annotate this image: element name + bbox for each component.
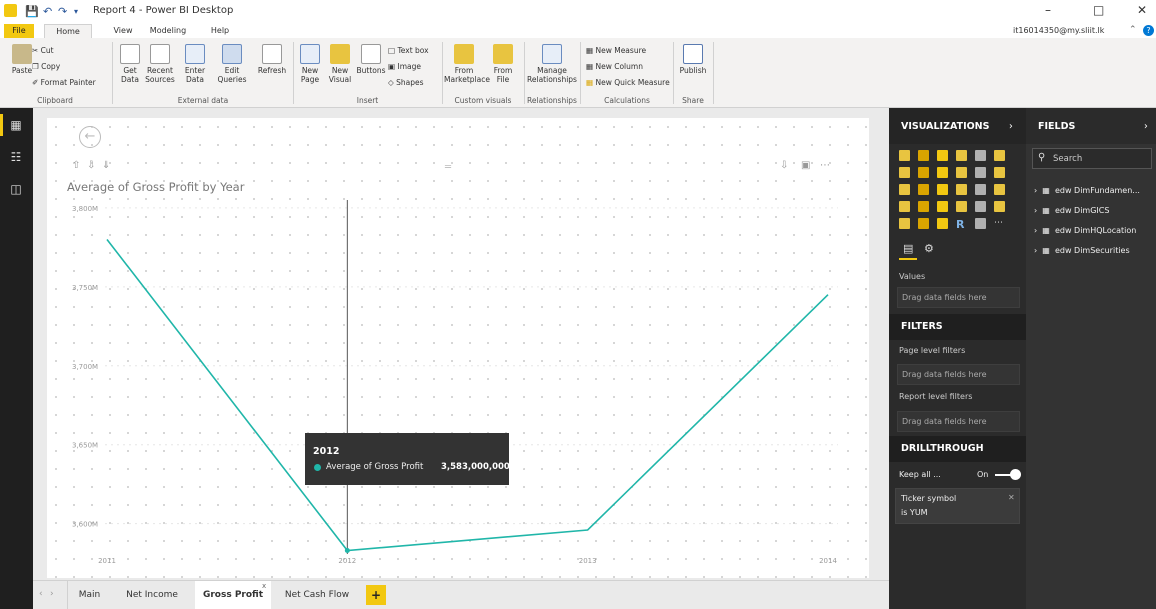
ribbon-visual-icon[interactable] xyxy=(994,167,1005,178)
page-tab-main[interactable]: Main xyxy=(67,581,111,609)
search-placeholder: Search xyxy=(1053,154,1083,164)
card-visual-icon[interactable] xyxy=(956,201,967,212)
field-table-item[interactable]: › ▦ edw DimSecurities xyxy=(1034,246,1130,255)
y-axis: 3,800M 3,750M 3,700M 3,650M 3,600M xyxy=(72,205,98,529)
values-label: Values xyxy=(899,272,926,281)
page-tab-gross-profit[interactable]: Gross Profit xyxy=(195,581,271,609)
page-tab-net-income[interactable]: Net Income xyxy=(117,581,187,609)
visualizations-header: VISUALIZATIONS › xyxy=(889,108,1026,144)
line-visual-icon[interactable] xyxy=(899,167,910,178)
100-bar-visual-icon[interactable] xyxy=(975,150,986,161)
page-level-filters-label: Page level filters xyxy=(899,346,966,355)
stacked-bar-visual-icon[interactable] xyxy=(899,150,910,161)
y-tick-label: 3,700M xyxy=(72,363,98,371)
tooltip-legend-dot xyxy=(314,464,321,471)
field-table-item[interactable]: › ▦ edw DimGICS xyxy=(1034,206,1109,215)
add-page-button[interactable]: + xyxy=(366,585,386,605)
r-visual-visual-icon[interactable]: R xyxy=(956,218,967,231)
search-icon: ⚲ xyxy=(1038,152,1046,163)
100-column-visual-icon[interactable] xyxy=(994,150,1005,161)
report-filters-drop-zone[interactable]: Drag data fields here xyxy=(897,411,1020,432)
clustered-bar-visual-icon[interactable] xyxy=(937,150,948,161)
collapse-fields-icon[interactable]: › xyxy=(1144,108,1148,146)
values-drop-zone[interactable]: Drag data fields here xyxy=(897,287,1020,308)
collapse-pane-icon[interactable]: › xyxy=(1009,108,1013,146)
kpi-visual-icon[interactable] xyxy=(994,201,1005,212)
x-tick-label: 2012 xyxy=(338,557,356,565)
line-stacked-column-visual-icon[interactable] xyxy=(975,167,986,178)
funnel-visual-icon[interactable] xyxy=(918,201,929,212)
page-filters-drop-zone[interactable]: Drag data fields here xyxy=(897,364,1020,385)
x-axis: 2011 2012 2013 2014 xyxy=(98,557,837,565)
gauge-visual-icon[interactable] xyxy=(937,201,948,212)
y-tick-label: 3,650M xyxy=(72,442,98,450)
table-icon: ▦ xyxy=(1042,186,1055,195)
data-point[interactable] xyxy=(344,548,350,554)
fields-pane: FIELDS › ⚲ Search › ▦ edw DimFundamen...… xyxy=(1026,108,1156,609)
matrix-visual-icon[interactable] xyxy=(937,218,948,229)
field-table-item[interactable]: › ▦ edw DimFundamen... xyxy=(1034,186,1140,195)
field-table-item[interactable]: › ▦ edw DimHQLocation xyxy=(1034,226,1136,235)
filters-header: FILTERS xyxy=(889,314,1026,340)
keep-all-state: On xyxy=(977,470,989,479)
table-icon: ▦ xyxy=(1042,206,1055,215)
x-tick-label: 2013 xyxy=(579,557,597,565)
remove-filter-icon[interactable]: ✕ xyxy=(1008,493,1015,502)
visual-types-gallery: R ⋯ xyxy=(889,148,1026,238)
area-visual-icon[interactable] xyxy=(918,167,929,178)
table-icon: ▦ xyxy=(1042,246,1055,255)
pie-visual-icon[interactable] xyxy=(937,184,948,195)
data-points xyxy=(106,239,829,554)
table-icon: ▦ xyxy=(1042,226,1055,235)
line-column-visual-icon[interactable] xyxy=(956,167,967,178)
x-tick-label: 2014 xyxy=(819,557,837,565)
filter-field-name: Ticker symbol xyxy=(901,494,957,503)
tab-scroll-left-icon[interactable]: ‹ xyxy=(39,589,43,599)
scatter-visual-icon[interactable] xyxy=(918,184,929,195)
tab-scroll-right-icon[interactable]: › xyxy=(50,589,54,599)
waterfall-visual-icon[interactable] xyxy=(899,184,910,195)
table-visual-icon[interactable] xyxy=(918,218,929,229)
filled-map-visual-icon[interactable] xyxy=(899,201,910,212)
report-level-filters-label: Report level filters xyxy=(899,392,973,401)
treemap-visual-icon[interactable] xyxy=(975,184,986,195)
drillthrough-header: DRILLTHROUGH xyxy=(889,436,1026,462)
filter-condition: is YUM xyxy=(901,508,928,517)
multi-row-card-visual-icon[interactable] xyxy=(975,201,986,212)
tooltip-header: 2012 xyxy=(313,446,340,457)
page-tab-net-cash-flow[interactable]: Net Cash Flow xyxy=(278,581,356,609)
format-paint-roller-icon[interactable]: ⚙ xyxy=(924,242,934,255)
tooltip-label: Average of Gross Profit xyxy=(326,462,424,472)
page-tabs-bar: ‹ › Main Net Income Gross Profit x Net C… xyxy=(33,580,889,609)
drillthrough-filter-card[interactable]: Ticker symbol is YUM ✕ xyxy=(895,488,1020,524)
more-visual-icon[interactable]: ⋯ xyxy=(994,218,1005,229)
y-tick-label: 3,750M xyxy=(72,284,98,292)
y-tick-label: 3,800M xyxy=(72,205,98,213)
slicer-visual-icon[interactable] xyxy=(899,218,910,229)
keep-all-filters-label: Keep all ... xyxy=(899,470,941,479)
fields-search-box[interactable]: ⚲ Search xyxy=(1032,148,1152,169)
fields-header: FIELDS › xyxy=(1026,108,1156,144)
stacked-column-visual-icon[interactable] xyxy=(918,150,929,161)
toggle-knob[interactable] xyxy=(1010,469,1021,480)
donut-visual-icon[interactable] xyxy=(956,184,967,195)
globe-visual-icon[interactable] xyxy=(975,218,986,229)
y-tick-label: 3,600M xyxy=(72,521,98,529)
fields-tab-icon[interactable]: ▤ xyxy=(903,242,913,255)
clustered-column-visual-icon[interactable] xyxy=(956,150,967,161)
chart-tooltip: 2012 Average of Gross Profit 3,583,000,0… xyxy=(305,433,525,485)
map-visual-icon[interactable] xyxy=(994,184,1005,195)
close-tab-icon[interactable]: x xyxy=(262,582,266,590)
stacked-area-visual-icon[interactable] xyxy=(937,167,948,178)
x-tick-label: 2011 xyxy=(98,557,116,565)
active-tab-underline xyxy=(899,258,917,260)
visualizations-pane: VISUALIZATIONS › R ⋯ ▤ ⚙ Values Drag data… xyxy=(889,108,1026,609)
series-line[interactable] xyxy=(106,238,829,552)
tooltip-value: 3,583,000,000.00 xyxy=(441,462,525,472)
